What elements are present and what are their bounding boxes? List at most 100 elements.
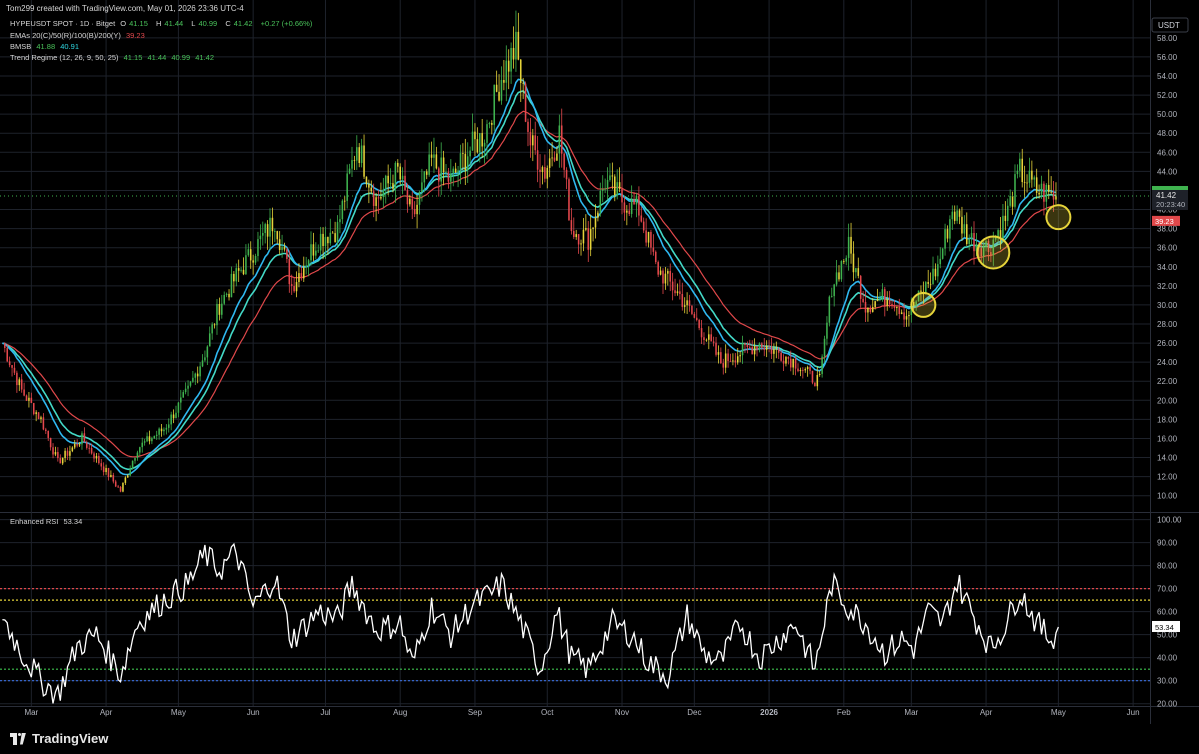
candle-body — [503, 80, 505, 83]
candle-body — [343, 200, 346, 202]
candle-body — [35, 412, 37, 415]
bmsb-legend[interactable]: BMSB 41.88 40.91 — [10, 42, 82, 51]
time-tick-label: May — [171, 708, 186, 717]
rsi-legend[interactable]: Enhanced RSI 53.34 — [10, 517, 85, 526]
candle-body — [847, 236, 850, 258]
candle-body — [293, 285, 295, 292]
trend-value-4: 41.42 — [195, 53, 215, 62]
highlight-circle — [976, 235, 1011, 270]
candle-body — [556, 153, 558, 161]
emas-legend[interactable]: EMAs 20(C)/50(R)/100(B)/200(Y) 39.23 — [10, 31, 148, 40]
candle-body — [245, 255, 247, 275]
candle-body — [387, 175, 389, 184]
candle-body — [119, 486, 122, 492]
price-tick-label: 50.00 — [1157, 110, 1178, 119]
candle-body — [961, 216, 963, 234]
candle-body — [794, 358, 797, 369]
candle-body — [1009, 195, 1011, 206]
candle-body — [867, 307, 869, 313]
candle-body — [271, 217, 274, 232]
candle-body — [529, 131, 532, 146]
symbol-label: HYPEUSDT SPOT · 1D · Bitget — [10, 19, 116, 28]
symbol-legend[interactable]: HYPEUSDT SPOT · 1D · Bitget O 41.15 H 41.4… — [10, 19, 315, 28]
candle-body — [963, 224, 966, 234]
candle-body — [221, 303, 223, 315]
candle-body — [445, 171, 447, 173]
candle-body — [1031, 170, 1033, 180]
candle-body — [1035, 177, 1038, 193]
candle-body — [269, 217, 271, 237]
candle-body — [327, 236, 329, 244]
candle-body — [669, 271, 672, 282]
candle-body — [298, 273, 300, 283]
candle-body — [389, 183, 392, 184]
candle-body — [440, 157, 442, 182]
candle-body — [57, 452, 59, 459]
candle-body — [324, 236, 327, 247]
candle-body — [447, 171, 450, 182]
candle-body — [573, 231, 575, 237]
candle-body — [286, 249, 288, 259]
emas-value: 39.23 — [125, 31, 145, 40]
candle-body — [100, 463, 103, 467]
candle-body — [95, 455, 98, 459]
candle-body — [937, 264, 939, 277]
candle-body — [218, 303, 221, 315]
candle-body — [20, 379, 23, 390]
candle-body — [131, 460, 134, 469]
candle-body — [553, 157, 556, 161]
candle-body — [551, 157, 553, 159]
price-change: +0.27 (+0.66%) — [260, 19, 313, 28]
candle-body — [433, 154, 435, 158]
candle-body — [893, 305, 896, 309]
trend-legend[interactable]: Trend Regime (12, 26, 9, 50, 25) 41.15 4… — [10, 53, 217, 62]
candle-body — [623, 202, 626, 213]
rsi-tick-label: 60.00 — [1157, 608, 1178, 617]
candle-body — [541, 167, 544, 172]
candle-body — [802, 369, 804, 371]
time-tick-label: Jun — [1127, 708, 1140, 717]
candle-body — [519, 59, 522, 83]
ohlc-high: H 41.44 — [155, 19, 184, 28]
candle-body — [1019, 158, 1021, 171]
candle-body — [734, 360, 737, 363]
rsi-tick-label: 30.00 — [1157, 677, 1178, 686]
candle-body — [254, 255, 257, 263]
candle-body — [329, 232, 332, 244]
candle-body — [233, 273, 235, 282]
chart-canvas[interactable]: 10.00 12.00 14.00 16.00 18.00 20.00 22.00 24.00… — [0, 0, 1199, 754]
tradingview-logo-icon — [10, 732, 26, 745]
candle-body — [300, 273, 303, 279]
candle-body — [71, 447, 74, 452]
candle-body — [749, 347, 751, 348]
candle-body — [360, 145, 363, 163]
candle-body — [312, 244, 315, 256]
time-tick-label: Apr — [100, 708, 113, 717]
candle-body — [1033, 177, 1036, 180]
candle-body — [1021, 158, 1024, 183]
price-tick-label: 28.00 — [1157, 320, 1178, 329]
candle-body — [657, 262, 659, 275]
candle-body — [139, 447, 141, 453]
price-tick-label: 56.00 — [1157, 53, 1178, 62]
price-tick-label: 36.00 — [1157, 244, 1178, 253]
candle-body — [204, 357, 206, 361]
price-tick-label: 54.00 — [1157, 72, 1178, 81]
candle-body — [175, 412, 177, 419]
trend-value-1: 41.15 — [123, 53, 143, 62]
candle-body — [368, 184, 370, 188]
tradingview-logo[interactable]: TradingView — [10, 731, 108, 746]
candle-body — [110, 475, 112, 477]
candle-body — [700, 328, 703, 338]
candle-body — [237, 268, 240, 271]
candle-body — [698, 320, 700, 329]
candle-body — [587, 228, 590, 250]
candle-body — [112, 475, 115, 482]
candle-body — [276, 231, 279, 240]
candle-body — [671, 281, 674, 291]
candle-body — [230, 273, 233, 298]
candle-body — [717, 352, 720, 355]
candle-body — [934, 268, 937, 277]
candle-body — [741, 343, 744, 356]
candle-body — [770, 346, 773, 354]
